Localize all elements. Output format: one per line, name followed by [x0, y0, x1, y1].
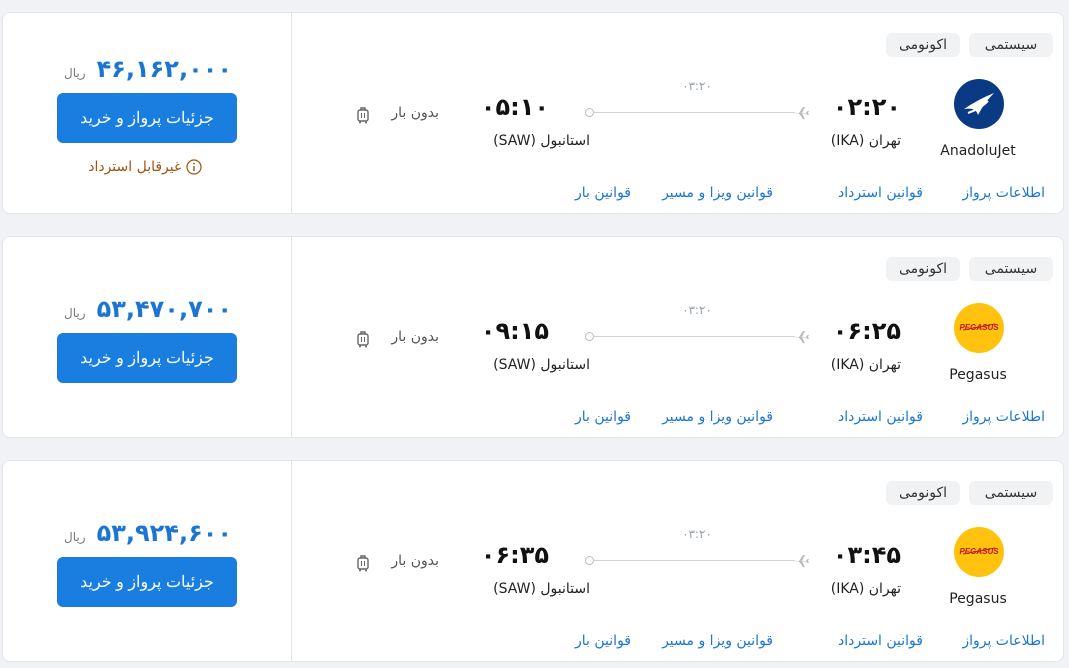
luggage-icon [357, 107, 369, 124]
departure-time: ۰۶:۲۵ [832, 317, 901, 345]
departure-time: ۰۲:۲۰ [832, 93, 901, 121]
system-tag: سیستمی [969, 481, 1053, 505]
system-tag: سیستمی [969, 257, 1053, 281]
route-line [585, 553, 809, 569]
airline-name: Pegasus [949, 591, 1007, 607]
baggage-rules-link[interactable]: قوانین بار [575, 409, 631, 425]
flight-card: سیستمی اکونومی PEGASUS Pegasus ۰۶:۲۵ تهر… [2, 236, 1064, 438]
currency-label: ریال [63, 306, 86, 320]
svg-text:PEGASUS: PEGASUS [959, 323, 999, 332]
buy-button[interactable]: جزئیات پرواز و خرید [57, 93, 237, 143]
luggage-icon [357, 555, 369, 572]
price-row: ۴۶,۱۶۲,۰۰۰ ریال [43, 55, 253, 83]
arrival-time: ۰۶:۳۵ [480, 541, 549, 569]
flight-info-link[interactable]: اطلاعات پرواز [962, 185, 1045, 201]
card-divider [291, 461, 292, 661]
anadolujet-logo-icon [954, 79, 1004, 129]
svg-text:PEGASUS: PEGASUS [959, 547, 999, 556]
airplane-icon [793, 107, 809, 119]
pegasus-logo-icon: PEGASUS [954, 303, 1004, 353]
airplane-icon [793, 331, 809, 343]
price-value: ۴۶,۱۶۲,۰۰۰ [96, 55, 233, 83]
card-divider [291, 13, 292, 213]
pegasus-logo-icon: PEGASUS [954, 527, 1004, 577]
price-value: ۵۳,۹۲۴,۶۰۰ [96, 519, 233, 547]
refund-rules-link[interactable]: قوانین استرداد [838, 633, 923, 649]
currency-label: ریال [63, 530, 86, 544]
airplane-icon [793, 555, 809, 567]
baggage-rules-link[interactable]: قوانین بار [575, 633, 631, 649]
refund-status: غیرقابل استرداد [63, 159, 231, 175]
baggage-rules-link[interactable]: قوانین بار [575, 185, 631, 201]
flight-duration: ۰۳:۲۰ [682, 79, 712, 93]
baggage-info: بدون بار [355, 553, 439, 573]
route-line [585, 105, 809, 121]
flight-card: سیستمی اکونومی AnadoluJet ۰۲:۲۰ تهران (I… [2, 12, 1064, 214]
visa-rules-link[interactable]: قوانین ویزا و مسیر [662, 185, 773, 201]
visa-rules-link[interactable]: قوانین ویزا و مسیر [662, 409, 773, 425]
flight-info-link[interactable]: اطلاعات پرواز [962, 633, 1045, 649]
system-tag: سیستمی [969, 33, 1053, 57]
arrival-time: ۰۵:۱۰ [480, 93, 549, 121]
refund-rules-link[interactable]: قوانین استرداد [838, 185, 923, 201]
class-tag: اکونومی [886, 481, 960, 505]
arrival-city: استانبول (SAW) [493, 133, 590, 149]
departure-city: تهران (IKA) [830, 581, 901, 597]
baggage-info: بدون بار [355, 329, 439, 349]
baggage-label: بدون بار [391, 329, 439, 345]
route-line [585, 329, 809, 345]
buy-button[interactable]: جزئیات پرواز و خرید [57, 557, 237, 607]
class-tag: اکونومی [886, 257, 960, 281]
flight-info-link[interactable]: اطلاعات پرواز [962, 409, 1045, 425]
baggage-label: بدون بار [391, 553, 439, 569]
arrival-time: ۰۹:۱۵ [480, 317, 549, 345]
flight-card: سیستمی اکونومی PEGASUS Pegasus ۰۳:۴۵ تهر… [2, 460, 1064, 662]
flight-duration: ۰۳:۲۰ [682, 527, 712, 541]
departure-time: ۰۳:۴۵ [832, 541, 901, 569]
info-icon [186, 159, 202, 175]
visa-rules-link[interactable]: قوانین ویزا و مسیر [662, 633, 773, 649]
flight-duration: ۰۳:۲۰ [682, 303, 712, 317]
departure-city: تهران (IKA) [830, 357, 901, 373]
card-divider [291, 237, 292, 437]
departure-city: تهران (IKA) [830, 133, 901, 149]
refund-label: غیرقابل استرداد [88, 159, 182, 175]
buy-button[interactable]: جزئیات پرواز و خرید [57, 333, 237, 383]
airline-name: AnadoluJet [940, 143, 1016, 159]
arrival-city: استانبول (SAW) [493, 581, 590, 597]
price-value: ۵۳,۴۷۰,۷۰۰ [96, 295, 233, 323]
baggage-info: بدون بار [355, 105, 439, 125]
luggage-icon [357, 331, 369, 348]
airline-name: Pegasus [949, 367, 1007, 383]
class-tag: اکونومی [886, 33, 960, 57]
price-row: ۵۳,۴۷۰,۷۰۰ ریال [43, 295, 253, 323]
price-row: ۵۳,۹۲۴,۶۰۰ ریال [43, 519, 253, 547]
currency-label: ریال [63, 66, 86, 80]
refund-rules-link[interactable]: قوانین استرداد [838, 409, 923, 425]
baggage-label: بدون بار [391, 105, 439, 121]
arrival-city: استانبول (SAW) [493, 357, 590, 373]
